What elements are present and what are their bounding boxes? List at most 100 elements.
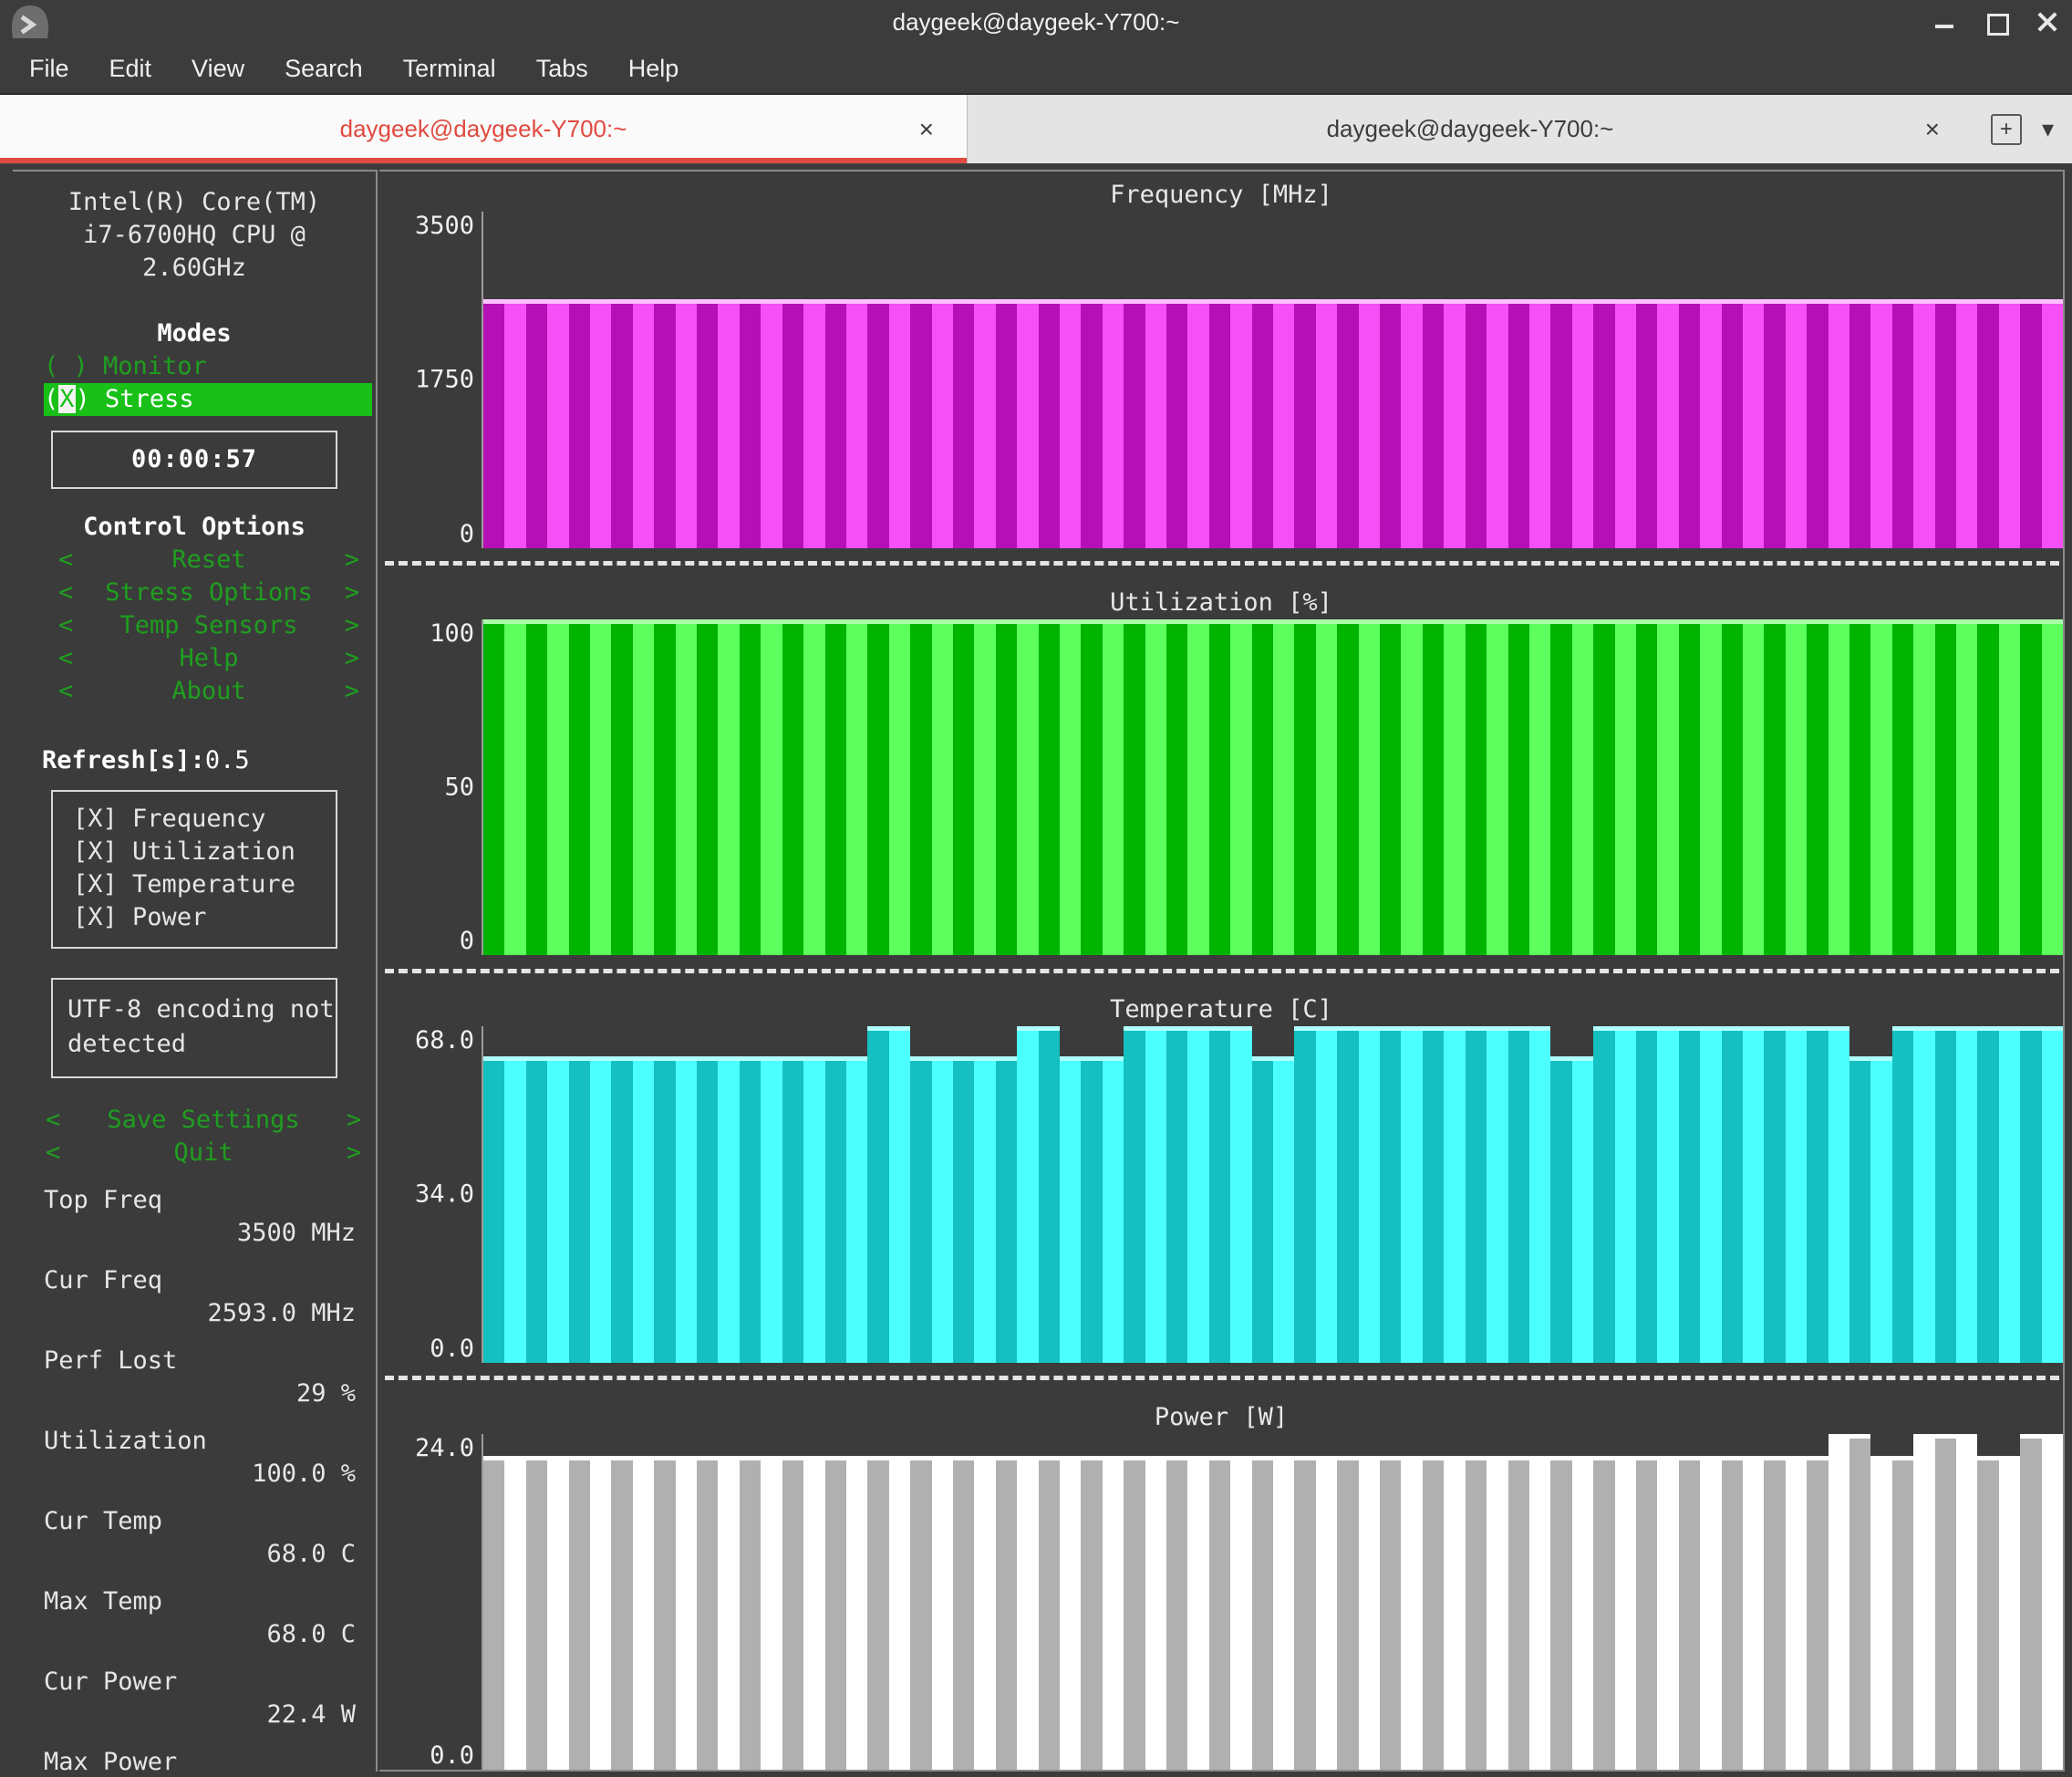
- chart-bar: [1059, 1055, 1082, 1363]
- right-arrow-icon: >: [346, 1106, 361, 1134]
- chart-title: Utilization [%]: [1110, 587, 1332, 617]
- stat-utilization: Utilization 100.0 %: [13, 1425, 376, 1491]
- close-icon[interactable]: ×: [1925, 115, 1940, 144]
- menu-item-terminal[interactable]: Terminal: [387, 49, 513, 88]
- control-option-reset[interactable]: < Reset >: [13, 544, 376, 577]
- maximize-icon[interactable]: [1984, 10, 2009, 36]
- tab-terminal-2[interactable]: daygeek@daygeek-Y700:~ ×: [967, 95, 1973, 163]
- menu-item-tabs[interactable]: Tabs: [520, 49, 605, 88]
- chart-bar: [1635, 298, 1658, 548]
- chart-bar: [1807, 1456, 1829, 1770]
- close-icon[interactable]: [2036, 10, 2059, 34]
- chart-bar: [1550, 1055, 1572, 1363]
- chart-bar-cap: [761, 1456, 782, 1461]
- graph-toggle-utilization[interactable]: [X] Utilization: [73, 836, 336, 868]
- chart-bar: [1208, 1026, 1231, 1363]
- chart-bar: [974, 298, 996, 548]
- chart-bar-cap: [1721, 1456, 1743, 1461]
- chart-bar-cap: [718, 1055, 740, 1061]
- control-option-help[interactable]: < Help >: [13, 642, 376, 675]
- chevron-down-icon[interactable]: ▾: [2042, 115, 2054, 143]
- chart-bar-cap: [1593, 1026, 1615, 1031]
- control-option-about[interactable]: < About >: [13, 675, 376, 708]
- graph-toggle-power[interactable]: [X] Power: [73, 901, 336, 934]
- mode-option-monitor[interactable]: ( ) Monitor: [13, 350, 376, 383]
- chart-bar-cap: [1828, 298, 1849, 304]
- chart-bar: [1956, 618, 1978, 955]
- chart-bar-cap: [1208, 298, 1231, 304]
- chart-bar-cap: [739, 1456, 761, 1461]
- chart-bar: [1849, 618, 1871, 955]
- chart-bar-cap: [1444, 298, 1466, 304]
- tab-terminal-1[interactable]: daygeek@daygeek-Y700:~ ×: [0, 95, 967, 163]
- refresh-rate[interactable]: Refresh[s]:0.5: [42, 744, 376, 777]
- y-axis-tick-label: 0.0: [430, 1334, 474, 1363]
- chart-bar: [718, 1055, 740, 1363]
- chart-bar: [1401, 1456, 1423, 1770]
- chart-bar: [931, 618, 953, 955]
- new-tab-icon[interactable]: +: [1990, 113, 2022, 145]
- chart-bar: [1807, 298, 1829, 548]
- graph-toggle-frequency[interactable]: [X] Frequency: [73, 803, 336, 836]
- graph-toggle-label: Power: [132, 903, 207, 931]
- chart-bar-cap: [782, 1456, 804, 1461]
- menu-item-edit[interactable]: Edit: [93, 49, 169, 88]
- chart-bar: [1422, 618, 1445, 955]
- stat-max-power: Max Power 24.0 W: [13, 1746, 376, 1777]
- save-settings-button[interactable]: < Save Settings >: [13, 1104, 376, 1137]
- chart-bar-cap: [1059, 1456, 1082, 1461]
- chart-bar-cap: [675, 1456, 698, 1461]
- chart-bar-cap: [1465, 1026, 1487, 1031]
- control-option-temp-sensors[interactable]: < Temp Sensors >: [13, 609, 376, 642]
- chart-bar-cap: [782, 298, 804, 304]
- chart-bar: [1977, 1456, 1999, 1770]
- encoding-message: UTF-8 encoding not detected: [51, 978, 337, 1078]
- mode-option-stress[interactable]: (X) Stress: [44, 383, 372, 416]
- chart-bar: [974, 1456, 996, 1770]
- chart-bar: [888, 1026, 911, 1363]
- chart-bar: [803, 1456, 825, 1770]
- chart-bar: [1102, 298, 1124, 548]
- chart-bar: [1102, 618, 1124, 955]
- chart-bar-cap: [1315, 618, 1338, 624]
- chart-bar: [782, 298, 804, 548]
- minimize-icon[interactable]: [1933, 10, 1957, 34]
- menu-item-help[interactable]: Help: [612, 49, 696, 88]
- chart-bar-cap: [739, 298, 761, 304]
- chart-bar: [1977, 618, 1999, 955]
- chart-bar: [590, 298, 612, 548]
- chart-bar: [761, 298, 782, 548]
- chart-bar-cap: [1956, 618, 1978, 624]
- menu-item-search[interactable]: Search: [268, 49, 379, 88]
- graph-toggle-temperature[interactable]: [X] Temperature: [73, 868, 336, 901]
- chart-bar-cap: [1614, 1026, 1636, 1031]
- quit-button[interactable]: < Quit >: [13, 1137, 376, 1169]
- chart-bar: [1444, 618, 1466, 955]
- chart-bar-cap: [590, 618, 612, 624]
- menu-item-view[interactable]: View: [175, 49, 261, 88]
- chart-bar-cap: [1380, 1026, 1402, 1031]
- chart-bar-cap: [1444, 618, 1466, 624]
- window-title: daygeek@daygeek-Y700:~: [892, 7, 1180, 36]
- chart-bar: [1891, 1026, 1914, 1363]
- chart-bar: [1913, 1433, 1935, 1770]
- chart-bar: [845, 618, 868, 955]
- close-icon[interactable]: ×: [919, 115, 934, 144]
- chart-bar-cap: [931, 618, 953, 624]
- menu-item-file[interactable]: File: [13, 49, 86, 88]
- chart-bar-cap: [1764, 618, 1786, 624]
- chart-bar-cap: [1934, 298, 1957, 304]
- checkbox-icon: [X]: [73, 805, 118, 833]
- chart-bar: [1828, 298, 1849, 548]
- chart-bar: [483, 1456, 505, 1770]
- chart-bar: [483, 1055, 505, 1363]
- window-controls: [1933, 0, 2059, 44]
- chart-bar-cap: [1124, 298, 1145, 304]
- chart-bar: [483, 298, 505, 548]
- stat-cur-freq: Cur Freq 2593.0 MHz: [13, 1264, 376, 1330]
- chart-bar-cap: [1422, 298, 1445, 304]
- control-option-stress-options[interactable]: < Stress Options >: [13, 577, 376, 609]
- chart-bar-cap: [1401, 298, 1423, 304]
- chart-bar-cap: [1742, 298, 1765, 304]
- chart-bar-cap: [845, 1456, 868, 1461]
